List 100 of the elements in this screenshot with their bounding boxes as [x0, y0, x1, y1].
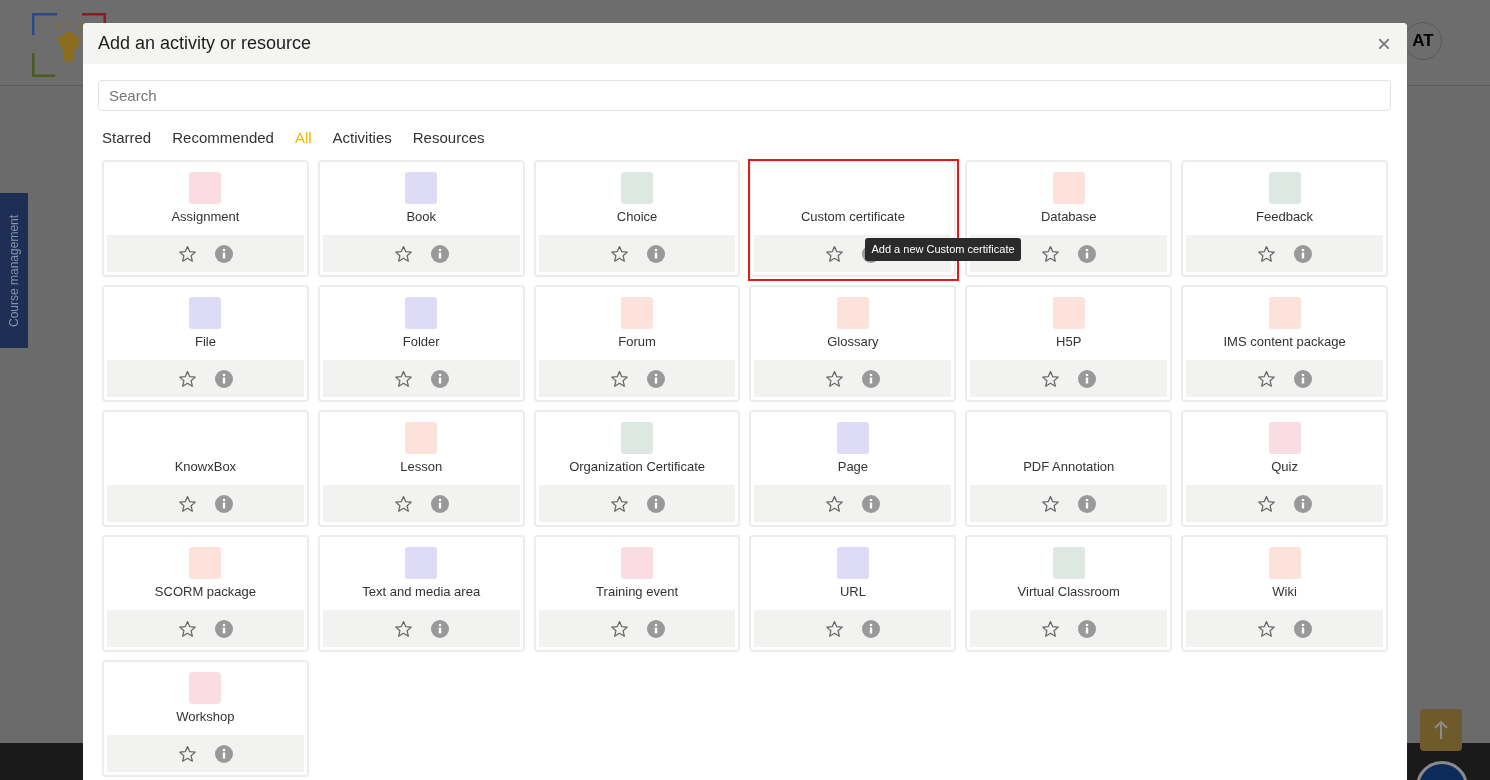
filter-tab[interactable]: Starred: [102, 126, 152, 150]
activity-label: Wiki: [1272, 583, 1297, 601]
activity-card[interactable]: Organization Certificate: [533, 410, 741, 527]
star-icon[interactable]: [1257, 619, 1277, 638]
star-icon[interactable]: [825, 244, 845, 263]
course-management-tab[interactable]: Course management: [0, 193, 28, 348]
activity-card[interactable]: PDF Annotation: [965, 410, 1173, 527]
star-icon[interactable]: [1257, 369, 1277, 388]
star-icon[interactable]: [393, 619, 413, 638]
activity-card[interactable]: URL: [749, 535, 957, 652]
activity-label: Choice: [616, 208, 658, 226]
info-icon[interactable]: [1078, 619, 1097, 638]
info-icon[interactable]: [1078, 494, 1097, 513]
info-icon[interactable]: [214, 494, 233, 513]
activity-card[interactable]: Lesson: [317, 410, 525, 527]
star-icon[interactable]: [609, 369, 629, 388]
info-icon[interactable]: [1294, 369, 1313, 388]
info-icon[interactable]: [214, 619, 233, 638]
activity-label: Feedback: [1256, 208, 1314, 226]
info-icon[interactable]: [430, 244, 449, 263]
activity-label: Assignment: [171, 208, 240, 226]
star-icon[interactable]: [177, 494, 197, 513]
star-icon[interactable]: [1041, 494, 1061, 513]
activity-label: Organization Certificate: [569, 458, 705, 476]
star-icon[interactable]: [609, 244, 629, 263]
star-icon[interactable]: [177, 744, 197, 763]
info-icon[interactable]: [646, 244, 665, 263]
info-icon[interactable]: [1294, 494, 1313, 513]
info-icon[interactable]: [1294, 619, 1313, 638]
activity-label: PDF Annotation: [1023, 458, 1115, 476]
activity-card[interactable]: Choice: [533, 160, 741, 277]
activity-label: Virtual Classroom: [1017, 583, 1120, 601]
info-icon[interactable]: [646, 369, 665, 388]
activity-card[interactable]: File: [102, 285, 309, 402]
info-icon[interactable]: [214, 244, 233, 263]
activity-label: Quiz: [1271, 458, 1298, 476]
activity-card[interactable]: Assignment: [102, 160, 309, 277]
info-icon[interactable]: [1294, 244, 1313, 263]
activity-card[interactable]: Page: [749, 410, 957, 527]
tooltip: Add a new Custom certificate: [865, 238, 1021, 261]
activity-label: IMS content package: [1223, 333, 1346, 351]
info-icon[interactable]: [646, 494, 665, 513]
activity-card[interactable]: Text and media area: [317, 535, 525, 652]
filter-tab[interactable]: Recommended: [172, 126, 274, 150]
info-icon[interactable]: [430, 619, 449, 638]
activity-card[interactable]: Glossary: [749, 285, 957, 402]
info-icon[interactable]: [646, 619, 665, 638]
activity-label: Custom certificate: [800, 208, 905, 226]
dialog-title: Add an activity or resource: [98, 32, 312, 55]
activity-label: URL: [839, 583, 866, 601]
info-icon[interactable]: [214, 369, 233, 388]
activity-card[interactable]: Training event: [533, 535, 741, 652]
star-icon[interactable]: [1041, 244, 1061, 263]
star-icon[interactable]: [609, 619, 629, 638]
star-icon[interactable]: [825, 619, 845, 638]
info-icon[interactable]: [1078, 244, 1097, 263]
info-icon[interactable]: [430, 369, 449, 388]
activity-card[interactable]: SCORM package: [102, 535, 309, 652]
activity-label: SCORM package: [154, 583, 256, 601]
activity-label: Training event: [596, 583, 678, 601]
activity-card[interactable]: IMS content package: [1181, 285, 1388, 402]
close-button[interactable]: ×: [1373, 31, 1395, 56]
activity-card[interactable]: Feedback: [1181, 160, 1388, 277]
activity-label: Workshop: [176, 708, 235, 726]
star-icon[interactable]: [177, 619, 197, 638]
activity-card[interactable]: Virtual Classroom: [965, 535, 1173, 652]
activity-label: Forum: [618, 333, 656, 351]
activity-label: Book: [406, 208, 437, 226]
info-icon[interactable]: [862, 369, 881, 388]
activity-card[interactable]: Workshop: [102, 660, 309, 777]
star-icon[interactable]: [393, 369, 413, 388]
activity-card[interactable]: Folder: [317, 285, 525, 402]
star-icon[interactable]: [177, 244, 197, 263]
activity-label: Page: [837, 458, 869, 476]
star-icon[interactable]: [1257, 244, 1277, 263]
star-icon[interactable]: [1041, 369, 1061, 388]
star-icon[interactable]: [1257, 494, 1277, 513]
filter-tab[interactable]: Activities: [332, 126, 392, 150]
info-icon[interactable]: [214, 744, 233, 763]
activity-card[interactable]: Quiz: [1181, 410, 1388, 527]
star-icon[interactable]: [1041, 619, 1061, 638]
search-field[interactable]: Search: [98, 80, 1391, 111]
info-icon[interactable]: [430, 494, 449, 513]
info-icon[interactable]: [862, 494, 881, 513]
activity-label: H5P: [1056, 333, 1082, 351]
star-icon[interactable]: [609, 494, 629, 513]
star-icon[interactable]: [825, 494, 845, 513]
filter-tab[interactable]: Resources: [412, 126, 485, 150]
activity-card[interactable]: Book: [317, 160, 525, 277]
activity-card[interactable]: KnowxBox: [102, 410, 309, 527]
star-icon[interactable]: [825, 369, 845, 388]
star-icon[interactable]: [393, 244, 413, 263]
info-icon[interactable]: [1078, 369, 1097, 388]
star-icon[interactable]: [393, 494, 413, 513]
activity-card[interactable]: H5P: [965, 285, 1173, 402]
info-icon[interactable]: [862, 619, 881, 638]
activity-label: Database: [1040, 208, 1097, 226]
activity-card[interactable]: Wiki: [1181, 535, 1388, 652]
star-icon[interactable]: [177, 369, 197, 388]
activity-card[interactable]: Forum: [533, 285, 741, 402]
